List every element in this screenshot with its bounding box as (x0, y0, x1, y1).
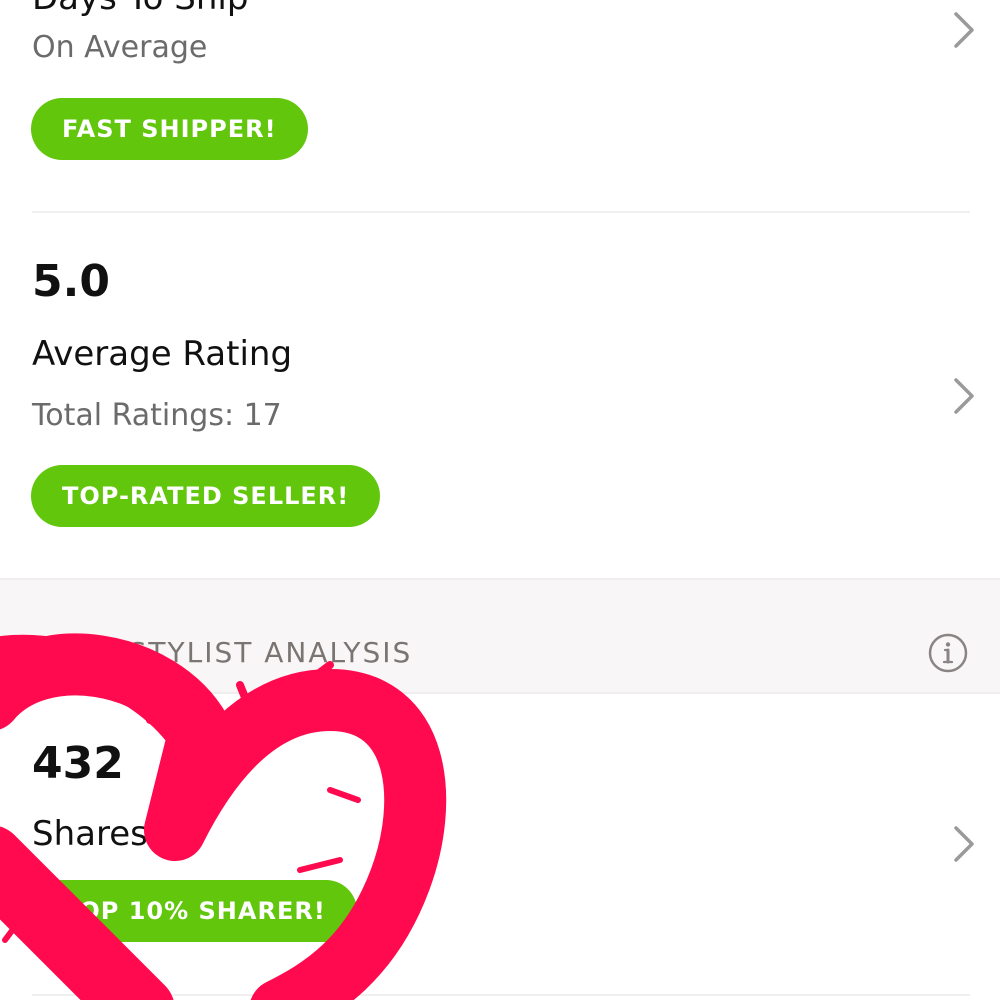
stylist-analysis-header: POSH STYLIST ANALYSIS (0, 578, 1000, 694)
chevron-right-icon[interactable] (948, 824, 978, 864)
shares-metric-row[interactable]: 432 Shares TOP 10% SHARER! (0, 694, 1000, 1000)
fast-shipper-badge: FAST SHIPPER! (31, 98, 308, 160)
rating-value: 5.0 (32, 256, 110, 307)
rating-metric-title: Average Rating (32, 334, 293, 374)
chevron-right-icon[interactable] (948, 10, 978, 50)
chevron-right-icon[interactable] (948, 376, 978, 416)
info-circle-icon[interactable] (927, 632, 969, 674)
section-header-title: POSH STYLIST ANALYSIS (32, 636, 413, 669)
shares-metric-title: Shares (32, 814, 148, 854)
top-rated-seller-badge: TOP-RATED SELLER! (31, 465, 381, 527)
divider (32, 994, 970, 996)
divider (32, 211, 970, 213)
ship-metric-row[interactable]: Days To Ship On Average FAST SHIPPER! (0, 0, 1000, 212)
ship-metric-subtitle: On Average (32, 30, 208, 65)
shares-value: 432 (32, 738, 124, 789)
rating-metric-row[interactable]: 5.0 Average Rating Total Ratings: 17 TOP… (0, 214, 1000, 578)
ship-metric-title: Days To Ship (32, 0, 248, 18)
seller-stats-screen: Days To Ship On Average FAST SHIPPER! 5.… (0, 0, 1000, 1000)
total-ratings-label: Total Ratings: 17 (32, 398, 282, 433)
top-sharer-badge: TOP 10% SHARER! (31, 880, 357, 942)
